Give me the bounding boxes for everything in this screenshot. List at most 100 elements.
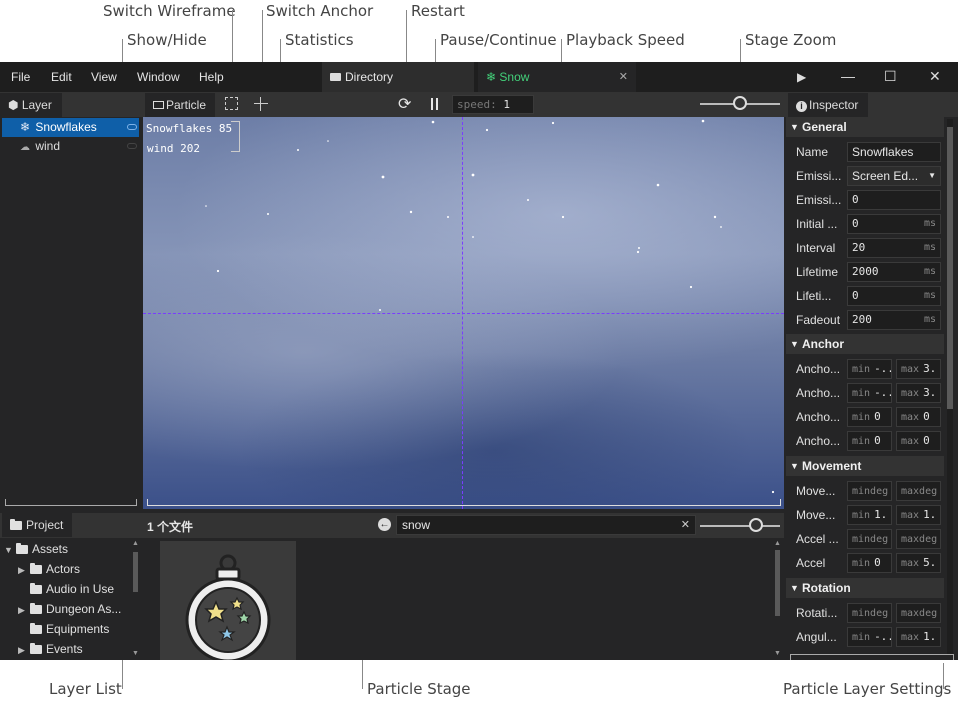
section-anchor[interactable]: ▼ Anchor [786, 334, 944, 354]
eye-icon[interactable] [127, 143, 137, 149]
search-input[interactable]: snow ✕ [396, 515, 696, 535]
min-field[interactable]: min 1. [847, 505, 892, 525]
tree-item-label: Audio in Use [46, 582, 115, 596]
maximize-icon[interactable]: ☐ [884, 68, 897, 85]
callout-playback-speed: Playback Speed [566, 31, 685, 49]
field-name[interactable]: Snowflakes [847, 142, 941, 162]
max-value: 5. [923, 556, 937, 569]
thumbnail-size-slider[interactable] [700, 518, 780, 532]
field-initial[interactable]: 0 ms [847, 214, 941, 234]
min-field[interactable]: min 0 [847, 407, 892, 427]
min-field[interactable]: min -.. [847, 627, 892, 647]
minimize-icon[interactable]: — [841, 68, 855, 84]
particle-stage[interactable]: Snowflakes 85 wind 202 [143, 117, 784, 509]
chevron-down-icon[interactable]: ▼ [4, 540, 16, 560]
min-hint: mindeg [852, 486, 889, 497]
anchor-icon[interactable] [254, 97, 268, 111]
tab-particle[interactable]: Particle [145, 93, 215, 117]
max-field[interactable]: maxdeg [896, 529, 941, 549]
field-fadeout[interactable]: 200 ms [847, 310, 941, 330]
clear-search-icon[interactable]: ✕ [681, 516, 690, 534]
max-hint: max [901, 364, 920, 375]
stage-zoom-knob[interactable] [733, 96, 747, 110]
menu-help[interactable]: Help [199, 70, 224, 84]
select-emission-mode[interactable]: Screen Ed... ▼ [847, 166, 941, 186]
tree-item-label: Actors [46, 562, 81, 576]
stage-zoom-slider[interactable] [700, 96, 780, 112]
chevron-right-icon[interactable]: ▶ [18, 640, 30, 660]
play-icon[interactable]: ▶ [797, 70, 806, 84]
section-general[interactable]: ▼ General [786, 117, 944, 137]
tree-item[interactable]: Equipments [18, 619, 109, 639]
callout-show-hide: Show/Hide [127, 31, 207, 49]
tab-layer[interactable]: ⬢ Layer [0, 93, 62, 117]
chevron-right-icon[interactable]: ▶ [18, 600, 30, 620]
max-field[interactable]: max 3. [896, 359, 941, 379]
max-field[interactable]: max 0 [896, 431, 941, 451]
max-field[interactable]: maxdeg [896, 603, 941, 623]
close-window-icon[interactable]: ✕ [929, 68, 941, 85]
layer-item-label: wind [35, 139, 61, 153]
section-rotation[interactable]: ▼ Rotation [786, 578, 944, 598]
max-hint: max [901, 632, 920, 643]
min-field[interactable]: min 0 [847, 431, 892, 451]
back-icon[interactable]: ← [378, 518, 391, 531]
min-hint: min [852, 388, 871, 399]
max-field[interactable]: maxdeg [896, 481, 941, 501]
min-hint: min [852, 558, 871, 569]
eye-icon[interactable] [127, 124, 137, 130]
menu-edit[interactable]: Edit [51, 70, 72, 84]
min-field[interactable]: min 0 [847, 553, 892, 573]
menu-window[interactable]: Window [137, 70, 180, 84]
layer-item-wind[interactable]: ☁ wind [2, 137, 139, 156]
wireframe-icon[interactable] [225, 97, 238, 110]
min-value: -.. [874, 630, 892, 643]
tab-project[interactable]: Project [2, 513, 72, 537]
field-lifetime[interactable]: 2000 ms [847, 262, 941, 282]
min-field[interactable]: mindeg [847, 603, 892, 623]
max-value: 3. [923, 386, 937, 399]
tree-scrollbar[interactable]: ▲ ▼ [131, 540, 140, 658]
tree-item[interactable]: ▶ Dungeon As... [18, 599, 121, 619]
callout-switch-wireframe: Switch Wireframe [103, 2, 236, 20]
layer-item-snowflakes[interactable]: ❄ Snowflakes [2, 118, 139, 137]
tab-inspector[interactable]: i Inspector [788, 93, 868, 117]
tree-item[interactable]: ▶ Events [18, 639, 83, 659]
thumbnail-size-knob[interactable] [749, 518, 763, 532]
stat-wind: wind 202 [147, 142, 200, 155]
restart-icon[interactable]: ⟳ [398, 94, 411, 114]
callout-statistics: Statistics [285, 31, 354, 49]
inspector-scrollbar[interactable] [947, 119, 953, 654]
max-field[interactable]: max 3. [896, 383, 941, 403]
min-field[interactable]: mindeg [847, 481, 892, 501]
stage-bracket [147, 499, 781, 506]
asset-tile-snow[interactable] [160, 541, 296, 660]
field-emission-count[interactable]: 0 [847, 190, 941, 210]
section-movement[interactable]: ▼ Movement [786, 456, 944, 476]
tree-item[interactable]: ▼ Assets [4, 539, 68, 559]
asset-scrollbar[interactable]: ▲ ▼ [773, 538, 782, 660]
pause-icon[interactable] [430, 98, 440, 110]
min-field[interactable]: min -.. [847, 383, 892, 403]
asset-grid: ▲ ▼ [143, 538, 784, 660]
tree-item[interactable]: Audio in Use [18, 579, 114, 599]
playback-speed-input[interactable]: speed: 1 [452, 95, 534, 114]
max-hint: max [901, 510, 920, 521]
min-field[interactable]: min -.. [847, 359, 892, 379]
min-field[interactable]: mindeg [847, 529, 892, 549]
field-lifetime-value: 2000 [852, 265, 879, 278]
close-icon[interactable]: ✕ [619, 62, 628, 92]
max-field[interactable]: max 1. [896, 627, 941, 647]
tab-snow[interactable]: ❄ Snow ✕ [478, 62, 636, 92]
field-interval[interactable]: 20 ms [847, 238, 941, 258]
chevron-right-icon[interactable]: ▶ [18, 560, 30, 580]
max-field[interactable]: max 1. [896, 505, 941, 525]
max-field[interactable]: max 0 [896, 407, 941, 427]
menu-file[interactable]: File [11, 70, 30, 84]
menu-view[interactable]: View [91, 70, 117, 84]
field-lifetime-variance[interactable]: 0 ms [847, 286, 941, 306]
tree-item[interactable]: ▶ Actors [18, 559, 80, 579]
tab-directory[interactable]: Directory [322, 62, 474, 92]
field-emission-count-value: 0 [852, 193, 859, 206]
max-field[interactable]: max 5. [896, 553, 941, 573]
